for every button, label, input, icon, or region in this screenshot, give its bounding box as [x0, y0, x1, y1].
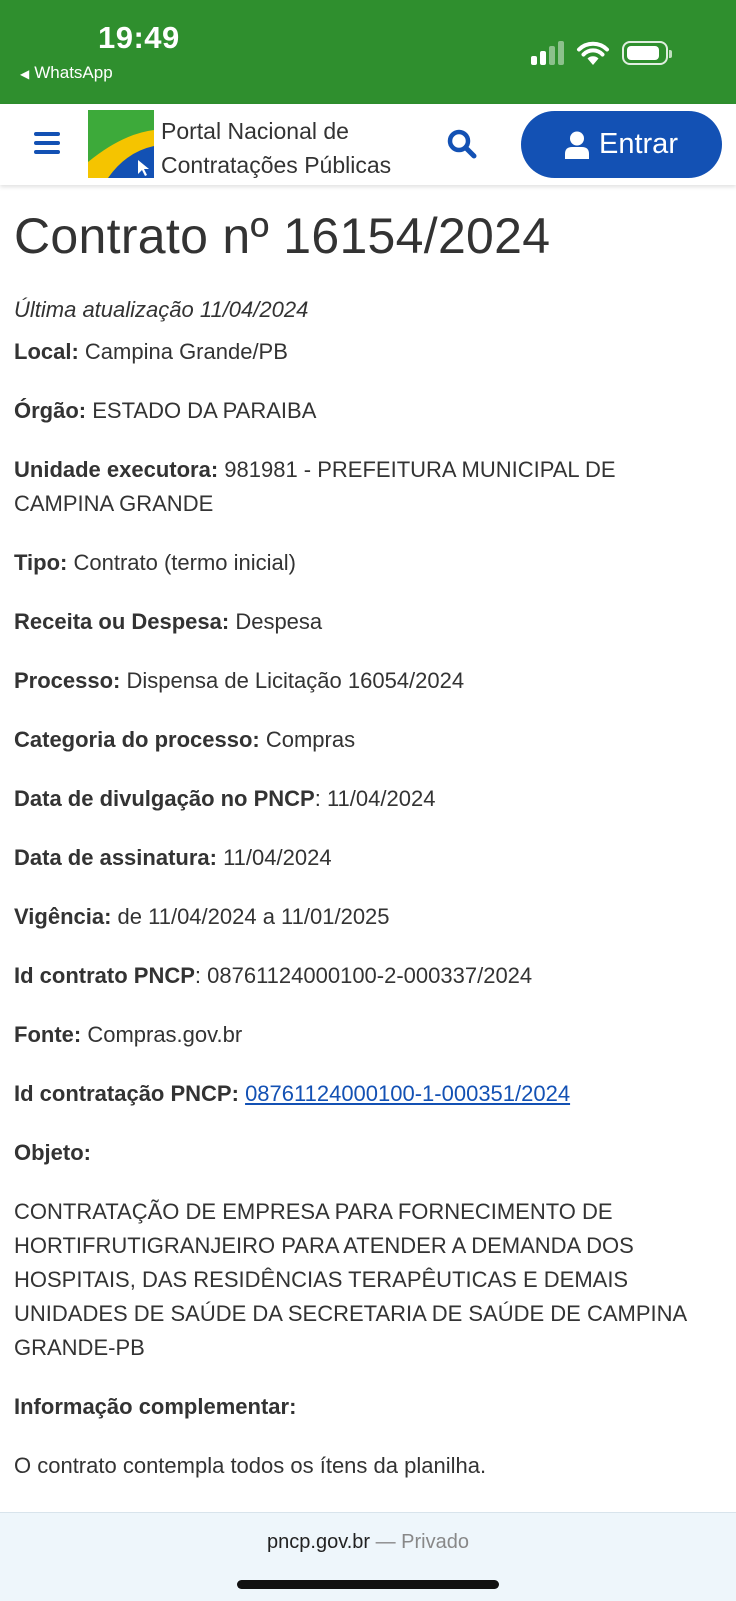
url-separator: — — [375, 1531, 396, 1553]
id-contratacao-link[interactable]: 08761124000100-1-000351/2024 — [245, 1081, 570, 1106]
contract-details: Contrato nº 16154/2024 Última atualizaçã… — [14, 185, 714, 1483]
status-bar: 19:49 ◀ WhatsApp — [0, 0, 736, 104]
cellular-signal-icon — [531, 41, 564, 65]
back-to-app-link[interactable]: ◀ WhatsApp — [20, 63, 113, 83]
field-id-contratacao: Id contratação PNCP: 08761124000100-1-00… — [14, 1081, 571, 1106]
field-data-divulgacao: Data de divulgação no PNCP: 11/04/2024 — [14, 786, 436, 811]
login-label: Entrar — [599, 128, 678, 160]
battery-icon — [622, 41, 672, 65]
field-unidade-executora: Unidade executora: 981981 - PREFEITURA M… — [14, 457, 616, 516]
field-orgao: Órgão: ESTADO DA PARAIBA — [14, 398, 317, 423]
search-icon[interactable] — [446, 128, 478, 160]
info-complementar-label: Informação complementar: — [14, 1394, 297, 1419]
login-button[interactable]: Entrar — [521, 111, 722, 178]
field-id-contrato: Id contrato PNCP: 08761124000100-2-00033… — [14, 963, 533, 988]
site-header: Portal Nacional de Contratações Públicas… — [0, 104, 736, 185]
field-tipo: Tipo: Contrato (termo inicial) — [14, 550, 296, 575]
field-receita-despesa: Receita ou Despesa: Despesa — [14, 609, 323, 634]
field-categoria: Categoria do processo: Compras — [14, 727, 356, 752]
field-local: Local: Campina Grande/PB — [14, 339, 288, 364]
pncp-logo[interactable] — [88, 110, 154, 178]
browser-address-bar[interactable]: pncp.gov.br — Privado — [0, 1512, 736, 1601]
field-objeto: Objeto: — [14, 1140, 91, 1165]
home-indicator[interactable] — [237, 1580, 499, 1589]
field-processo: Processo: Dispensa de Licitação 16054/20… — [14, 668, 465, 693]
page-title: Contrato nº 16154/2024 — [14, 208, 551, 264]
wifi-icon — [577, 41, 609, 65]
last-update: Última atualização 11/04/2024 — [14, 297, 309, 322]
site-title-line1: Portal Nacional de — [161, 118, 349, 144]
site-title-line2: Contratações Públicas — [161, 152, 392, 178]
user-icon — [565, 131, 589, 159]
hamburger-menu-icon[interactable] — [34, 132, 60, 156]
field-data-assinatura: Data de assinatura: 11/04/2024 — [14, 845, 332, 870]
status-icons — [531, 40, 672, 66]
private-mode-label: Privado — [401, 1531, 469, 1553]
back-app-label: WhatsApp — [34, 63, 113, 82]
url-display[interactable]: pncp.gov.br — Privado — [0, 1531, 736, 1554]
status-time: 19:49 — [98, 20, 180, 55]
site-title[interactable]: Portal Nacional de Contratações Públicas — [161, 114, 391, 182]
info-complementar-text: O contrato contempla todos os ítens da p… — [14, 1453, 487, 1478]
field-vigencia: Vigência: de 11/04/2024 a 11/01/2025 — [14, 904, 390, 929]
objeto-text: CONTRATAÇÃO DE EMPRESA PARA FORNECIMENTO… — [14, 1199, 686, 1360]
triangle-left-icon: ◀ — [20, 67, 30, 81]
field-fonte: Fonte: Compras.gov.br — [14, 1022, 243, 1047]
url-domain: pncp.gov.br — [267, 1531, 371, 1553]
